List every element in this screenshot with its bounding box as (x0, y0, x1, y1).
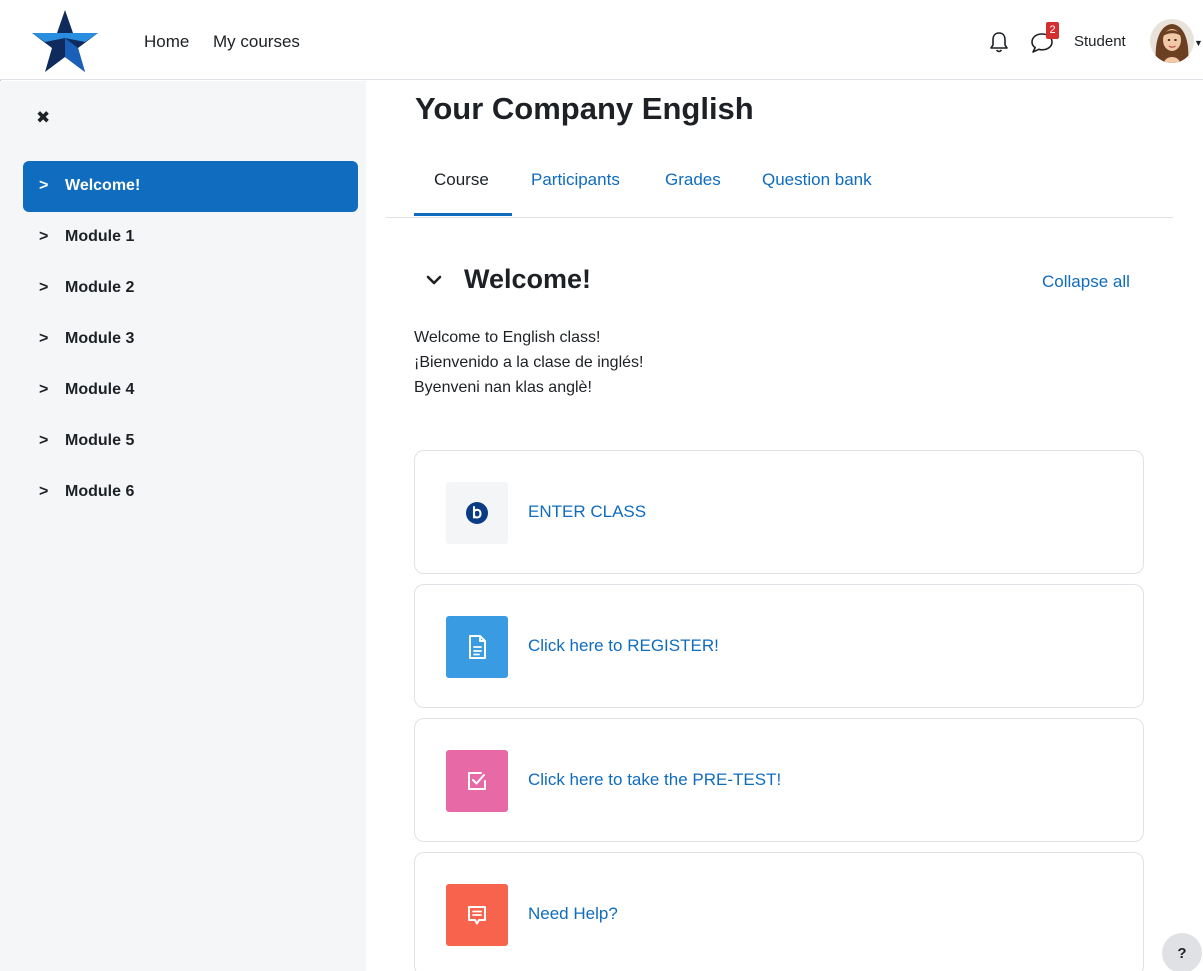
nav-my-courses-link[interactable]: My courses (213, 32, 300, 52)
bigbluebutton-icon (446, 482, 508, 544)
section-title: Welcome! (464, 264, 592, 294)
chevron-down-icon[interactable] (424, 270, 444, 290)
site-logo-icon[interactable] (30, 8, 100, 74)
forum-icon (446, 884, 508, 946)
summary-line: Byenveni nan klas anglè! (414, 379, 592, 396)
section-summary: Welcome to English class! ¡Bienvenido a … (414, 325, 643, 400)
chevron-down-icon[interactable]: ▼ (1194, 38, 1203, 48)
course-title: Your Company English (415, 91, 754, 126)
help-button[interactable]: ? (1162, 933, 1202, 971)
course-tabs: Course Participants Grades Question bank (386, 156, 1173, 218)
drawer-item-label: Module 3 (65, 330, 135, 347)
chevron-right-icon: > (39, 432, 49, 449)
summary-line: Welcome to English class! (414, 329, 601, 346)
activity-card: ENTER CLASS (414, 450, 1144, 574)
collapse-all-link[interactable]: Collapse all (1042, 272, 1130, 292)
page-icon (446, 616, 508, 678)
drawer-item-module-2[interactable]: > Module 2 (23, 263, 358, 314)
activity-card: Click here to REGISTER! (414, 584, 1144, 708)
chevron-right-icon: > (39, 177, 49, 194)
quiz-icon (446, 750, 508, 812)
drawer-item-label: Module 2 (65, 279, 135, 296)
user-avatar[interactable] (1150, 19, 1194, 63)
user-name[interactable]: Student (1074, 33, 1126, 50)
close-drawer-icon[interactable]: ✖ (36, 108, 50, 128)
drawer-item-label: Module 1 (65, 228, 135, 245)
summary-line: ¡Bienvenido a la clase de inglés! (414, 354, 644, 371)
top-navbar: Home My courses 2 Student ▼ (0, 0, 1203, 80)
drawer-item-label: Module 5 (65, 432, 135, 449)
drawer-item-label: Welcome! (65, 177, 141, 194)
tab-grades[interactable]: Grades (665, 170, 721, 190)
chevron-right-icon: > (39, 483, 49, 500)
activity-link-need-help[interactable]: Need Help? (528, 904, 618, 924)
tab-course[interactable]: Course (434, 170, 489, 190)
active-tab-indicator (414, 213, 512, 216)
activity-link-pre-test[interactable]: Click here to take the PRE-TEST! (528, 770, 781, 790)
activity-link-register[interactable]: Click here to REGISTER! (528, 636, 719, 656)
drawer-item-module-6[interactable]: > Module 6 (23, 467, 358, 518)
drawer-item-module-4[interactable]: > Module 4 (23, 365, 358, 416)
activity-card: Click here to take the PRE-TEST! (414, 718, 1144, 842)
activity-link-enter-class[interactable]: ENTER CLASS (528, 502, 646, 522)
course-index-drawer: ✖ > Welcome! > Module 1 > Module 2 > Mod… (0, 81, 366, 971)
drawer-item-label: Module 4 (65, 381, 135, 398)
nav-home-link[interactable]: Home (144, 32, 189, 52)
drawer-item-welcome[interactable]: > Welcome! (23, 161, 358, 212)
drawer-item-module-5[interactable]: > Module 5 (23, 416, 358, 467)
chevron-right-icon: > (39, 330, 49, 347)
tab-participants[interactable]: Participants (531, 170, 620, 190)
chevron-right-icon: > (39, 381, 49, 398)
chevron-right-icon: > (39, 279, 49, 296)
drawer-item-label: Module 6 (65, 483, 135, 500)
drawer-item-module-3[interactable]: > Module 3 (23, 314, 358, 365)
tab-question-bank[interactable]: Question bank (762, 170, 872, 190)
notifications-bell-icon[interactable] (988, 30, 1010, 54)
messages-count-badge: 2 (1046, 22, 1059, 39)
activity-card: Need Help? (414, 852, 1144, 971)
drawer-item-module-1[interactable]: > Module 1 (23, 212, 358, 263)
chevron-right-icon: > (39, 228, 49, 245)
